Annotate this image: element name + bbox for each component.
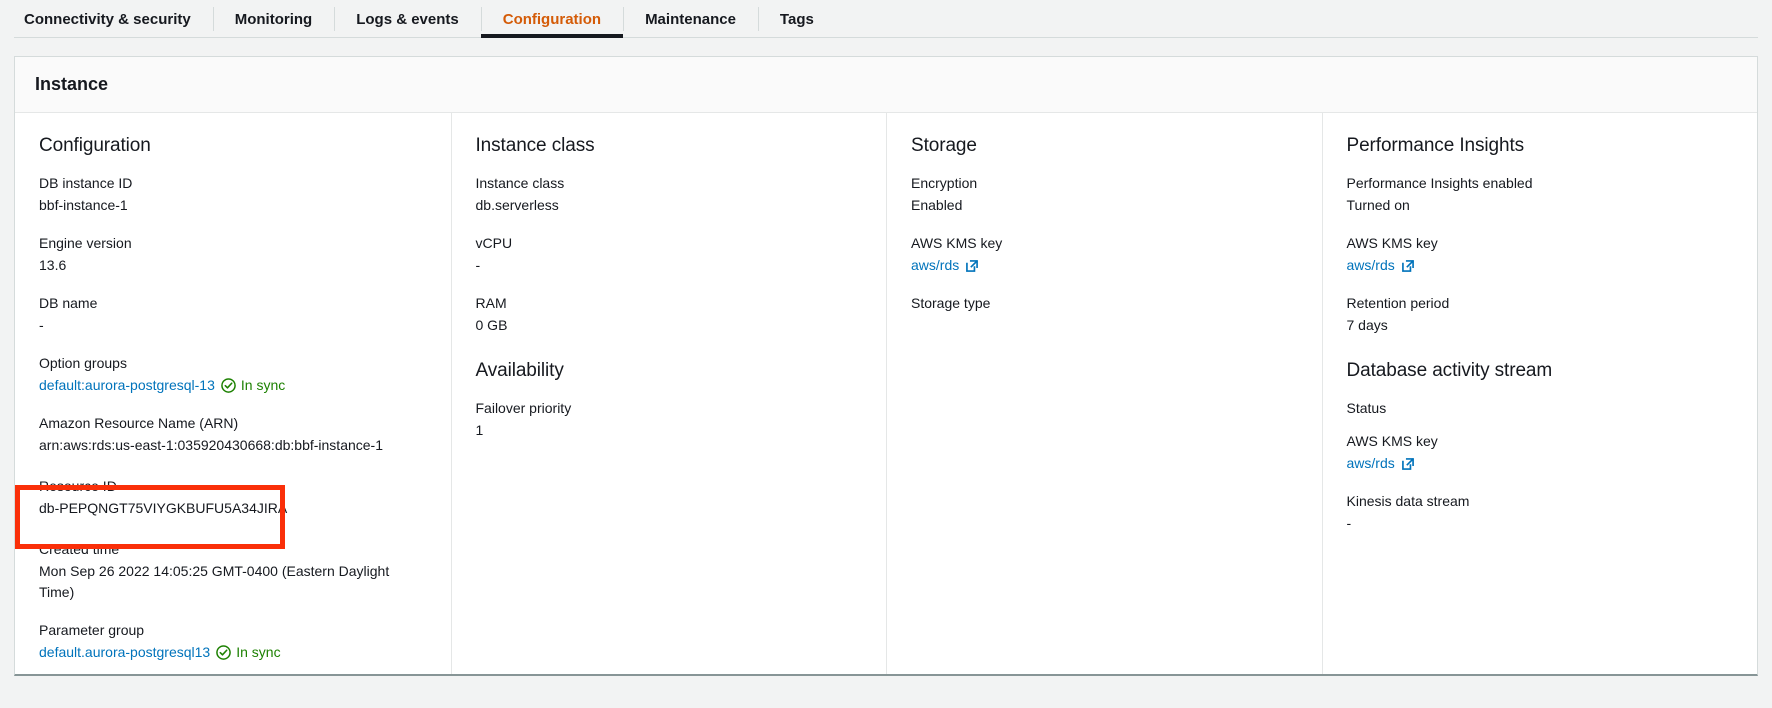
field-db-name: DB name - [39,293,427,336]
column-storage: Storage Encryption Enabled AWS KMS key a… [886,113,1322,675]
section-title-configuration: Configuration [39,135,427,157]
label-vcpu: vCPU [476,233,863,254]
tab-bar: Connectivity & security Monitoring Logs … [0,0,1772,38]
section-title-database-activity-stream: Database activity stream [1347,360,1734,382]
field-resource-id: Resource ID db-PEPQNGT75VIYGKBUFU5A34JIR… [39,476,427,519]
option-groups-status-text: In sync [241,375,285,396]
section-title-storage: Storage [911,135,1298,157]
label-db-instance-id: DB instance ID [39,173,427,194]
field-das-kms-key: AWS KMS key aws/rds [1347,431,1734,474]
value-resource-id: db-PEPQNGT75VIYGKBUFU5A34JIRA [39,498,427,519]
column-instance-class: Instance class Instance class db.serverl… [451,113,887,675]
value-engine-version: 13.6 [39,255,427,276]
tab-tags[interactable]: Tags [758,0,836,38]
instance-card-header: Instance [15,57,1757,113]
external-link-icon[interactable] [1401,259,1415,273]
label-ram: RAM [476,293,863,314]
storage-kms-key-link[interactable]: aws/rds [911,255,959,276]
field-retention-period: Retention period 7 days [1347,293,1734,336]
value-kinesis-data-stream: - [1347,513,1734,534]
instance-card: Instance Configuration DB instance ID bb… [14,56,1758,676]
label-db-name: DB name [39,293,427,314]
field-storage-type: Storage type [911,293,1298,314]
value-instance-class: db.serverless [476,195,863,216]
field-arn: Amazon Resource Name (ARN) arn:aws:rds:u… [39,413,427,456]
section-title-instance-class: Instance class [476,135,863,157]
field-kinesis-data-stream: Kinesis data stream - [1347,491,1734,534]
value-created-time: Mon Sep 26 2022 14:05:25 GMT-0400 (Easte… [39,561,427,603]
label-kinesis-data-stream: Kinesis data stream [1347,491,1734,512]
value-ram: 0 GB [476,315,863,336]
parameter-group-link[interactable]: default.aurora-postgresql13 [39,642,210,663]
section-title-availability: Availability [476,360,863,382]
value-db-instance-id: bbf-instance-1 [39,195,427,216]
value-das-kms-key: aws/rds [1347,453,1734,474]
label-pi-kms-key: AWS KMS key [1347,233,1734,254]
das-kms-key-link[interactable]: aws/rds [1347,453,1395,474]
value-parameter-group: default.aurora-postgresql13 In sync [39,642,427,663]
tab-maintenance[interactable]: Maintenance [623,0,758,38]
value-arn: arn:aws:rds:us-east-1:035920430668:db:bb… [39,435,427,456]
label-retention-period: Retention period [1347,293,1734,314]
column-configuration: Configuration DB instance ID bbf-instanc… [15,113,451,675]
check-circle-icon [216,645,231,660]
value-failover-priority: 1 [476,420,863,441]
external-link-icon[interactable] [1401,457,1415,471]
label-option-groups: Option groups [39,353,427,374]
section-title-performance-insights: Performance Insights [1347,135,1734,157]
field-option-groups: Option groups default:aurora-postgresql-… [39,353,427,396]
label-storage-kms-key: AWS KMS key [911,233,1298,254]
tab-configuration[interactable]: Configuration [481,0,623,38]
parameter-group-status-badge: In sync [216,642,280,663]
value-pi-kms-key: aws/rds [1347,255,1734,276]
field-encryption: Encryption Enabled [911,173,1298,216]
label-engine-version: Engine version [39,233,427,254]
parameter-group-status-text: In sync [236,642,280,663]
label-failover-priority: Failover priority [476,398,863,419]
pi-kms-key-link[interactable]: aws/rds [1347,255,1395,276]
option-groups-link[interactable]: default:aurora-postgresql-13 [39,375,215,396]
field-instance-class: Instance class db.serverless [476,173,863,216]
field-engine-version: Engine version 13.6 [39,233,427,276]
value-encryption: Enabled [911,195,1298,216]
label-created-time: Created time [39,539,427,560]
value-vcpu: - [476,255,863,276]
field-performance-insights-enabled: Performance Insights enabled Turned on [1347,173,1734,216]
label-encryption: Encryption [911,173,1298,194]
field-db-instance-id: DB instance ID bbf-instance-1 [39,173,427,216]
value-db-name: - [39,315,427,336]
option-groups-status-badge: In sync [221,375,285,396]
tab-monitoring[interactable]: Monitoring [213,0,334,38]
value-retention-period: 7 days [1347,315,1734,336]
label-storage-type: Storage type [911,293,1298,314]
page-title: Instance [35,74,108,95]
label-parameter-group: Parameter group [39,620,427,641]
label-arn: Amazon Resource Name (ARN) [39,413,427,434]
field-created-time: Created time Mon Sep 26 2022 14:05:25 GM… [39,539,427,603]
field-das-status: Status [1347,398,1734,419]
value-storage-kms-key: aws/rds [911,255,1298,276]
column-performance-insights: Performance Insights Performance Insight… [1322,113,1758,675]
value-performance-insights-enabled: Turned on [1347,195,1734,216]
tab-connectivity-and-security[interactable]: Connectivity & security [2,0,213,38]
label-das-kms-key: AWS KMS key [1347,431,1734,452]
label-resource-id: Resource ID [39,476,427,497]
configuration-columns: Configuration DB instance ID bbf-instanc… [15,113,1757,675]
label-performance-insights-enabled: Performance Insights enabled [1347,173,1734,194]
label-das-status: Status [1347,398,1734,419]
tab-logs-and-events[interactable]: Logs & events [334,0,481,38]
field-parameter-group: Parameter group default.aurora-postgresq… [39,620,427,663]
field-pi-kms-key: AWS KMS key aws/rds [1347,233,1734,276]
check-circle-icon [221,378,236,393]
external-link-icon[interactable] [965,259,979,273]
label-instance-class: Instance class [476,173,863,194]
field-failover-priority: Failover priority 1 [476,398,863,441]
field-storage-kms-key: AWS KMS key aws/rds [911,233,1298,276]
field-vcpu: vCPU - [476,233,863,276]
field-ram: RAM 0 GB [476,293,863,336]
value-option-groups: default:aurora-postgresql-13 In sync [39,375,427,396]
